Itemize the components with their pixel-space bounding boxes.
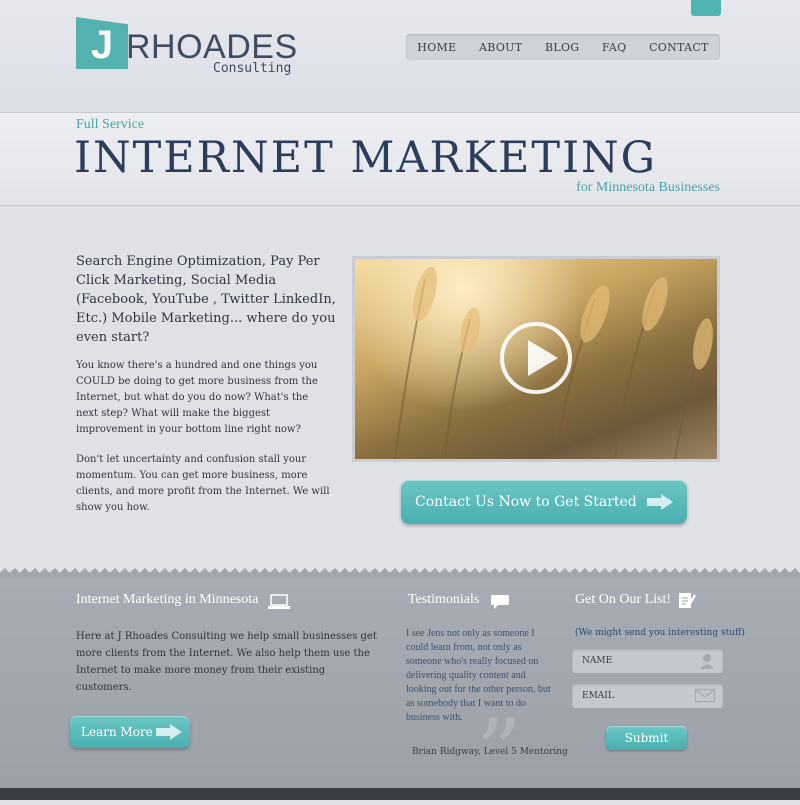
bookmark-ribbon-icon[interactable] (691, 0, 721, 16)
learn-more-button[interactable]: Learn More (70, 716, 190, 748)
email-placeholder: EMAIL (582, 691, 614, 701)
imm-title: Internet Marketing in Minnesota (76, 592, 259, 607)
notepad-pencil-icon (679, 593, 696, 608)
nav-item-about[interactable]: ABOUT (479, 41, 522, 54)
logo-mark: J (76, 17, 128, 69)
logo[interactable]: J RHOADES Consulting (76, 17, 316, 77)
name-placeholder: NAME (582, 656, 613, 666)
logo-subtitle: Consulting (213, 61, 292, 76)
intro-paragraph: You know there's a hundred and one thing… (76, 360, 318, 435)
zigzag-divider (0, 568, 800, 578)
play-icon[interactable] (500, 322, 572, 394)
speech-bubble-icon (491, 595, 509, 609)
signup-title: Get On Our List! (575, 592, 672, 607)
main-nav: HOME ABOUT BLOG FAQ CONTACT (406, 34, 720, 60)
cta-label: Contact Us Now to Get Started (415, 494, 637, 510)
name-field[interactable]: NAME (572, 649, 723, 673)
nav-item-blog[interactable]: BLOG (545, 41, 579, 54)
envelope-icon (695, 688, 715, 703)
nav-item-contact[interactable]: CONTACT (649, 41, 709, 54)
intro-paragraph: Don't let uncertainty and confusion stal… (76, 454, 330, 513)
laptop-icon (268, 594, 290, 609)
arrow-right-icon (647, 494, 673, 510)
hero-subtitle: for Minnesota Businesses (576, 180, 720, 195)
contact-cta-button[interactable]: Contact Us Now to Get Started (401, 480, 687, 524)
nav-item-faq[interactable]: FAQ (602, 41, 627, 54)
nav-item-home[interactable]: HOME (417, 41, 456, 54)
learn-more-label: Learn More (81, 725, 153, 739)
signup-note: (We might send you interesting stuff) (575, 628, 745, 638)
email-field[interactable]: EMAIL (572, 684, 723, 708)
arrow-right-icon (156, 724, 182, 740)
video-player[interactable] (352, 256, 720, 462)
submit-button[interactable]: Submit (606, 726, 687, 750)
intro-lead: Search Engine Optimization, Pay Per Clic… (76, 254, 336, 345)
person-icon (700, 654, 714, 669)
imm-body: Here at J Rhoades Consulting we help sma… (76, 631, 377, 693)
logo-name: RHOADES (126, 28, 298, 66)
testimonial-author: Brian Ridgway, Level 5 Mentoring (412, 747, 568, 757)
footer-bar (0, 788, 800, 800)
testimonials-title: Testimonials (408, 592, 480, 607)
hero-title: INTERNET MARKETING (74, 133, 658, 183)
